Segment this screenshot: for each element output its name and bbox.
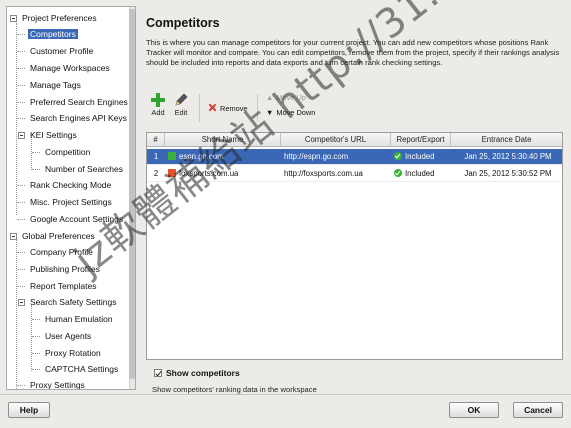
short-name-cell: foxsports.com.ua — [165, 166, 281, 182]
tree-item-project-preferences[interactable]: Project Preferences — [10, 11, 99, 25]
tree-scrollbar-thumb[interactable] — [129, 9, 135, 379]
tree-item-preferred-search-engines[interactable]: Preferred Search Engines — [17, 95, 130, 109]
move-up-button[interactable]: ▲ Move Up — [266, 93, 306, 102]
check-circle-icon — [394, 152, 402, 160]
tree-item-captcha-settings[interactable]: CAPTCHA Settings — [32, 362, 120, 376]
collapse-toggle-icon[interactable] — [10, 15, 17, 22]
tree-item-manage-tags[interactable]: Manage Tags — [17, 78, 83, 92]
column-header-number[interactable]: # — [147, 133, 165, 147]
footer-divider — [0, 394, 571, 395]
row-number: 1 — [153, 152, 159, 161]
tree-item-number-of-searches[interactable]: Number of Searches — [32, 162, 125, 176]
entrance-date-cell: Jan 25, 2012 5:30:52 PM — [464, 169, 552, 178]
table-row[interactable]: 1 espn.go.com http://espn.go.com Include… — [147, 149, 562, 165]
column-header-entrance-date[interactable]: Entrance Date — [451, 133, 562, 147]
tree-item-user-agents[interactable]: User Agents — [32, 329, 93, 343]
tree-item-company-profile[interactable]: Company Profile — [17, 245, 95, 259]
pencil-icon — [175, 93, 188, 106]
tree-item-search-safety-settings[interactable]: Search Safety Settings — [18, 295, 118, 309]
competitors-panel: Competitors This is where you can manage… — [142, 10, 565, 394]
report-export-cell: Included — [391, 166, 451, 182]
tree-item-publishing-profiles[interactable]: Publishing Profiles — [17, 262, 102, 276]
check-circle-icon — [394, 169, 402, 177]
tree-item-manage-workspaces[interactable]: Manage Workspaces — [17, 61, 112, 75]
collapse-toggle-icon[interactable] — [18, 132, 25, 139]
move-down-button[interactable]: ▼ Move Down — [266, 108, 315, 117]
show-competitors-option[interactable]: Show competitors — [154, 368, 240, 378]
plus-icon — [151, 93, 165, 107]
page-title: Competitors — [146, 16, 220, 30]
collapse-toggle-icon[interactable] — [18, 299, 25, 306]
tree-item-report-templates[interactable]: Report Templates — [17, 279, 98, 293]
show-competitors-description: Show competitors' ranking data in the wo… — [152, 385, 317, 394]
url-cell: http://espn.go.com — [284, 152, 349, 161]
tree-item-google-account-settings[interactable]: Google Account Settings — [17, 212, 125, 226]
competitor-color-swatch — [168, 169, 176, 177]
competitors-table: # Short Name Competitor's URL Report/Exp… — [146, 132, 563, 360]
column-header-report-export[interactable]: Report/Export — [391, 133, 451, 147]
entrance-date-cell: Jan 25, 2012 5:30:40 PM — [464, 152, 552, 161]
url-cell: http://foxsports.com.ua — [284, 169, 363, 178]
column-header-short-name[interactable]: Short Name — [165, 133, 281, 147]
short-name-cell: espn.go.com — [165, 149, 281, 165]
competitor-color-swatch — [168, 152, 176, 160]
table-row[interactable]: 2 foxsports.com.ua http://foxsports.com.… — [147, 166, 562, 182]
panel-description: This is where you can manage competitors… — [146, 38, 560, 67]
edit-button[interactable]: Edit — [170, 92, 192, 117]
toolbar: Add Edit Remove ▲ Move Up ▼ Move Down — [144, 92, 564, 126]
report-export-cell: Included — [391, 149, 451, 165]
column-header-url[interactable]: Competitor's URL — [281, 133, 391, 147]
help-button[interactable]: Help — [8, 402, 50, 418]
toolbar-divider — [257, 94, 258, 122]
tree-item-rank-checking-mode[interactable]: Rank Checking Mode — [17, 178, 113, 192]
remove-x-icon — [208, 103, 217, 112]
tree-item-proxy-settings[interactable]: Proxy Settings — [17, 378, 87, 389]
tree-item-misc-project-settings[interactable]: Misc. Project Settings — [17, 195, 114, 209]
toolbar-divider — [199, 94, 200, 122]
tree-scrollbar[interactable] — [129, 7, 135, 389]
tree-item-human-emulation[interactable]: Human Emulation — [32, 312, 115, 326]
tree-item-competitors[interactable]: Competitors — [17, 27, 78, 41]
tree-item-proxy-rotation[interactable]: Proxy Rotation — [32, 346, 103, 360]
collapse-toggle-icon[interactable] — [10, 233, 17, 240]
tree-item-search-engines-api-keys[interactable]: Search Engines API Keys — [17, 111, 129, 125]
table-header: # Short Name Competitor's URL Report/Exp… — [147, 133, 562, 147]
arrow-down-icon: ▼ — [266, 108, 274, 117]
tree-item-global-preferences[interactable]: Global Preferences — [10, 229, 97, 243]
tree-item-competition[interactable]: Competition — [32, 145, 92, 159]
row-number: 2 — [153, 169, 159, 178]
tree-item-kei-settings[interactable]: KEI Settings — [18, 128, 79, 142]
cancel-button[interactable]: Cancel — [513, 402, 563, 418]
preferences-tree[interactable]: Project Preferences Competitors Customer… — [6, 6, 136, 390]
remove-button[interactable]: Remove — [208, 103, 248, 113]
show-competitors-checkbox[interactable] — [154, 369, 162, 377]
arrow-up-icon: ▲ — [266, 93, 274, 102]
ok-button[interactable]: OK — [449, 402, 499, 418]
tree-item-customer-profile[interactable]: Customer Profile — [17, 44, 95, 58]
add-button[interactable]: Add — [148, 92, 168, 117]
